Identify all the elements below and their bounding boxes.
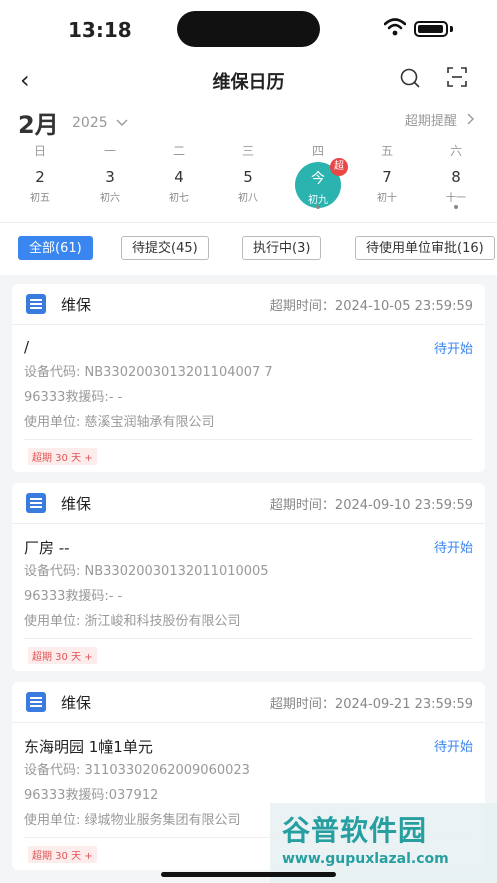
filter-pending-submit[interactable]: 待提交(45) bbox=[121, 236, 209, 260]
search-icon[interactable] bbox=[399, 67, 421, 89]
maintenance-card[interactable]: 维保 超期时间：2024-10-05 23:59:59 / 待开始 设备代码: … bbox=[12, 284, 485, 472]
overdue-badge: 超 bbox=[330, 158, 348, 176]
calendar-day[interactable]: 3 初六 bbox=[88, 168, 132, 204]
list-icon bbox=[26, 294, 46, 314]
card-header: 维保 超期时间：2024-09-10 23:59:59 bbox=[12, 483, 485, 524]
dynamic-island bbox=[177, 11, 320, 47]
calendar-day[interactable]: 2 初五 bbox=[18, 168, 62, 204]
overdue-remind-link[interactable]: 超期提醒 bbox=[405, 110, 475, 129]
event-dot bbox=[454, 205, 458, 209]
divider bbox=[24, 638, 473, 639]
list-icon bbox=[26, 692, 46, 712]
month-label: 2月 bbox=[18, 111, 59, 139]
task-type: 维保 bbox=[61, 296, 92, 314]
day-number: 7 bbox=[382, 168, 392, 186]
rescue-code: 96333救援码:- - bbox=[24, 390, 123, 405]
weekday-wed: 三 bbox=[241, 144, 254, 158]
location-name: / bbox=[24, 338, 30, 356]
chevron-down-icon bbox=[116, 119, 128, 126]
home-indicator[interactable] bbox=[161, 872, 336, 877]
rescue-code: 96333救援码:- - bbox=[24, 589, 123, 604]
lunar-date: 初七 bbox=[169, 193, 189, 204]
lunar-date: 初十 bbox=[377, 193, 397, 204]
weekday-sun: 日 bbox=[33, 144, 46, 158]
overdue-remind-label: 超期提醒 bbox=[404, 114, 457, 129]
device-code: 设备代码: NB3302003013201104007 7 bbox=[24, 365, 273, 380]
watermark-brand: 谷普软件园 bbox=[282, 814, 428, 847]
calendar-day[interactable]: 4 初七 bbox=[157, 168, 201, 204]
weekday-fri: 五 bbox=[380, 144, 393, 158]
watermark-url: www.gupuxlazal.com bbox=[282, 851, 449, 867]
location-name: 厂房 -- bbox=[24, 539, 70, 557]
divider bbox=[24, 439, 473, 440]
card-header: 维保 超期时间：2024-09-21 23:59:59 bbox=[12, 682, 485, 723]
card-header: 维保 超期时间：2024-10-05 23:59:59 bbox=[12, 284, 485, 325]
day-number: 4 bbox=[174, 168, 184, 186]
using-unit: 使用单位: 浙江峻和科技股份有限公司 bbox=[24, 614, 241, 629]
navigation-bar: ‹ 维保日历 bbox=[0, 58, 497, 104]
watermark-logo: 谷普软件园 www.gupuxlazal.com bbox=[270, 803, 497, 883]
overdue-time: 超期时间：2024-10-05 23:59:59 bbox=[269, 299, 473, 314]
day-number: 8 bbox=[451, 168, 461, 186]
wifi-icon bbox=[384, 18, 406, 36]
day-number: 2 bbox=[35, 168, 45, 186]
overdue-time: 超期时间：2024-09-10 23:59:59 bbox=[269, 498, 473, 513]
device-code: 设备代码: NB33020030132011010005 bbox=[24, 564, 269, 579]
battery-tip bbox=[450, 26, 453, 32]
weekday-mon: 一 bbox=[103, 144, 116, 158]
event-dot bbox=[316, 205, 320, 209]
battery-icon bbox=[414, 21, 448, 37]
status-label: 待开始 bbox=[433, 740, 473, 755]
location-name: 东海明园 1幢1单元 bbox=[24, 738, 153, 756]
lunar-date: 十一 bbox=[446, 193, 466, 204]
list-icon bbox=[26, 493, 46, 513]
lunar-date: 初九 bbox=[308, 195, 328, 206]
using-unit: 使用单位: 绿城物业服务集团有限公司 bbox=[24, 813, 241, 828]
status-label: 待开始 bbox=[433, 342, 473, 357]
filter-pending-approval[interactable]: 待使用单位审批(16) bbox=[355, 236, 495, 260]
weekday-thu: 四 bbox=[311, 144, 324, 158]
lunar-date: 初八 bbox=[238, 193, 258, 204]
overdue-tag: 超期 30 天 + bbox=[28, 846, 97, 863]
page-title: 维保日历 bbox=[212, 72, 285, 93]
task-type: 维保 bbox=[61, 495, 92, 513]
day-number: 5 bbox=[243, 168, 253, 186]
overdue-tag: 超期 30 天 + bbox=[28, 647, 97, 664]
status-label: 待开始 bbox=[433, 541, 473, 556]
maintenance-card[interactable]: 维保 超期时间：2024-09-10 23:59:59 厂房 -- 待开始 设备… bbox=[12, 483, 485, 671]
filter-all[interactable]: 全部(61) bbox=[18, 236, 93, 260]
overdue-tag: 超期 30 天 + bbox=[28, 448, 97, 465]
weekday-tue: 二 bbox=[172, 144, 185, 158]
week-calendar: 2月 2025 超期提醒 日 一 二 三 四 五 六 2 初五 3 初六 4 初… bbox=[0, 104, 497, 222]
status-bar: 13:18 bbox=[0, 0, 497, 58]
calendar-day[interactable]: 5 初八 bbox=[226, 168, 270, 204]
lunar-date: 初五 bbox=[30, 193, 50, 204]
rescue-code: 96333救援码:037912 bbox=[24, 788, 159, 803]
calendar-day[interactable]: 7 初十 bbox=[365, 168, 409, 204]
weekday-sat: 六 bbox=[449, 144, 462, 158]
day-number: 3 bbox=[105, 168, 115, 186]
chevron-right-icon bbox=[467, 113, 474, 125]
status-time: 13:18 bbox=[68, 18, 132, 42]
device-code: 设备代码: 31103302062009060023 bbox=[24, 763, 250, 778]
year-selector[interactable]: 2025 bbox=[72, 115, 128, 131]
overdue-time: 超期时间：2024-09-21 23:59:59 bbox=[269, 697, 473, 712]
task-type: 维保 bbox=[61, 694, 92, 712]
lunar-date: 初六 bbox=[100, 193, 120, 204]
filter-in-progress[interactable]: 执行中(3) bbox=[242, 236, 322, 260]
calendar-day[interactable]: 8 十一 bbox=[434, 168, 478, 204]
using-unit: 使用单位: 慈溪宝润轴承有限公司 bbox=[24, 415, 215, 430]
year-label: 2025 bbox=[72, 115, 108, 131]
scan-icon[interactable] bbox=[446, 66, 468, 88]
status-filter-bar: 全部(61) 待提交(45) 执行中(3) 待使用单位审批(16) bbox=[0, 222, 497, 275]
